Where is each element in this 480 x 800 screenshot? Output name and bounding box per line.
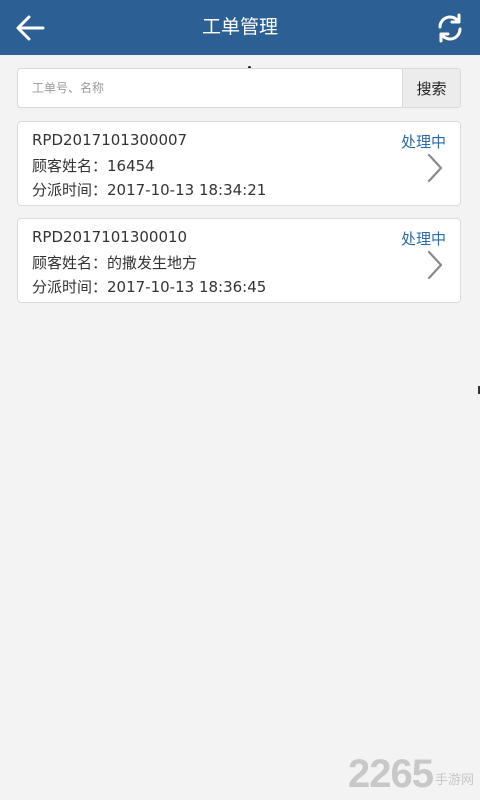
refresh-icon xyxy=(438,13,462,43)
search-button[interactable]: 搜索 xyxy=(402,69,460,107)
dispatch-time: 分派时间：2017-10-13 18:34:21 xyxy=(32,181,267,199)
order-id: RPD2017101300007 xyxy=(32,131,188,149)
watermark-number: 2265 xyxy=(348,752,434,796)
order-id: RPD2017101300010 xyxy=(32,228,188,246)
watermark-site: 手游网 xyxy=(434,773,474,788)
order-card[interactable]: RPD2017101300007 顾客姓名：16454 分派时间：2017-10… xyxy=(17,121,461,206)
order-card[interactable]: RPD2017101300010 顾客姓名：的撒发生地方 分派时间：2017-1… xyxy=(17,218,461,303)
search-input[interactable] xyxy=(18,69,404,107)
status-badge: 处理中 xyxy=(400,133,446,151)
refresh-button[interactable] xyxy=(430,10,470,46)
chevron-right-icon xyxy=(427,153,443,183)
customer-name: 顾客姓名：的撒发生地方 xyxy=(32,254,198,272)
watermark: 2265 手游网 xyxy=(348,754,474,794)
page-title: 工单管理 xyxy=(201,16,278,38)
customer-name: 顾客姓名：16454 xyxy=(32,157,155,175)
dispatch-time: 分派时间：2017-10-13 18:36:45 xyxy=(32,278,267,296)
status-badge: 处理中 xyxy=(400,230,446,248)
search-bar: 搜索 xyxy=(17,68,461,108)
app-header: 工单管理 xyxy=(0,0,480,55)
chevron-right-icon xyxy=(427,250,443,280)
